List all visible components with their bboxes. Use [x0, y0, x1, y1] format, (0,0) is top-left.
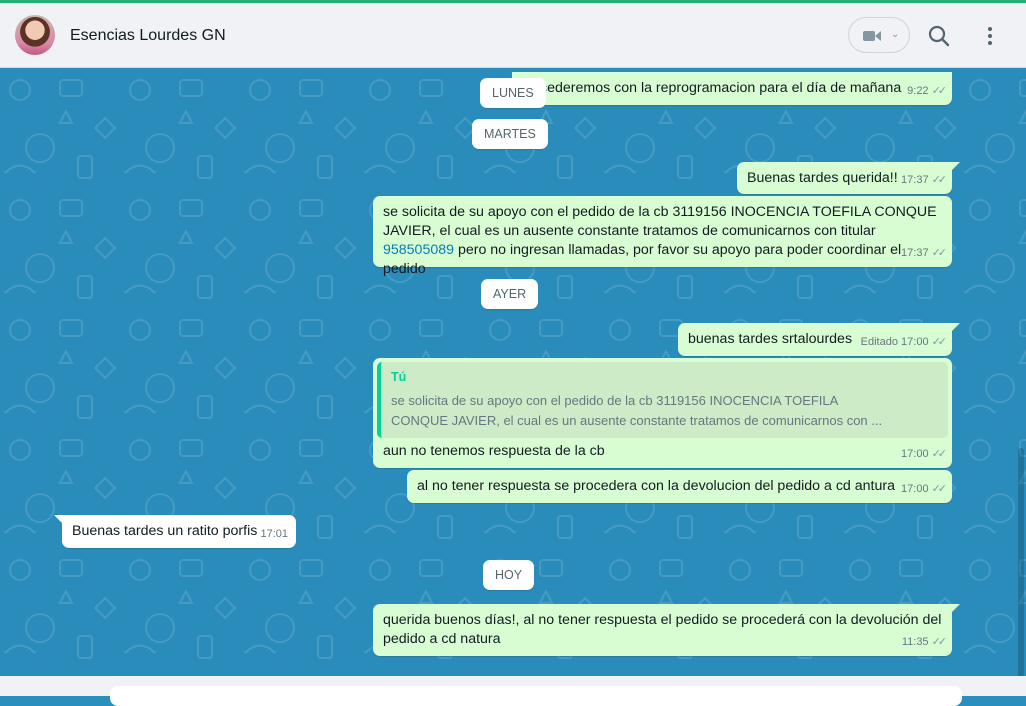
message-text: Buenas tardes querida!!	[747, 170, 898, 186]
message-text: al no tener respuesta se procedera con l…	[417, 478, 895, 494]
message-time: 17:37	[901, 247, 929, 259]
quoted-text: se solicita de su apoyo con el pedido de…	[391, 393, 883, 428]
message-meta: Editado 17:00 ✓✓	[860, 333, 948, 352]
message-outgoing[interactable]: Buenas tardes querida!! 17:37 ✓✓	[737, 162, 960, 194]
message-meta: 17:37 ✓✓	[901, 244, 948, 263]
phone-number-link[interactable]: 958505089	[383, 242, 454, 258]
chat-header: Esencias Lourdes GN ⌄	[0, 3, 1026, 68]
message-time: 17:00	[901, 336, 929, 348]
date-divider-yesterday: AYER	[481, 279, 539, 309]
message-time: 17:00	[901, 483, 929, 495]
message-meta: 17:01	[260, 525, 288, 544]
message-meta: 17:00 ✓✓	[901, 480, 948, 499]
message-time: 11:35	[901, 636, 929, 648]
contact-avatar[interactable]	[15, 15, 55, 55]
message-text: aun no tenemos respuesta de la cb	[383, 443, 605, 459]
chat-panel[interactable]: cederemos con la reprogramacion para el …	[0, 68, 1026, 676]
double-check-icon: ✓✓	[931, 85, 948, 97]
message-text: querida buenos días!, al no tener respue…	[383, 612, 942, 647]
date-divider-monday: LUNES	[480, 78, 546, 108]
date-divider-tuesday: MARTES	[472, 119, 548, 149]
message-composer	[0, 676, 1026, 706]
message-outgoing[interactable]: cederemos con la reprogramacion para el …	[512, 72, 952, 105]
video-camera-icon	[863, 31, 875, 41]
kebab-menu-icon[interactable]	[980, 23, 1000, 49]
quoted-message[interactable]: Tú se solicita de su apoyo con el pedido…	[377, 362, 948, 438]
message-meta: 9:22 ✓✓	[907, 82, 948, 101]
message-incoming[interactable]: Buenas tardes un ratito porfis 17:01	[54, 515, 296, 548]
message-time: 17:01	[260, 528, 288, 540]
double-check-icon: ✓✓	[931, 636, 948, 648]
quoted-author: Tú	[391, 370, 407, 384]
message-text: buenas tardes srtalourdes	[688, 331, 853, 347]
message-text-part: pero no ingresan llamadas, por favor su …	[383, 242, 902, 277]
message-outgoing[interactable]: al no tener respuesta se procedera con l…	[407, 470, 952, 503]
message-text-part: se solicita de su apoyo con el pedido de…	[383, 204, 937, 239]
double-check-icon: ✓✓	[931, 448, 948, 460]
contact-name[interactable]: Esencias Lourdes GN	[70, 27, 226, 45]
message-text: cederemos con la reprogramacion para el …	[540, 80, 902, 96]
video-camera-lens	[875, 31, 881, 41]
message-outgoing[interactable]: se solicita de su apoyo con el pedido de…	[373, 196, 952, 277]
message-time: 17:00	[901, 448, 929, 460]
date-divider-today: HOY	[483, 560, 535, 590]
double-check-icon: ✓✓	[931, 174, 948, 186]
double-check-icon: ✓✓	[931, 247, 948, 259]
video-call-button[interactable]: ⌄	[848, 17, 910, 53]
message-time: 17:37	[901, 174, 929, 186]
message-text: Buenas tardes un ratito porfis	[72, 523, 258, 539]
message-meta: 17:37 ✓✓	[901, 171, 948, 190]
message-meta: 17:00 ✓✓	[901, 445, 948, 464]
edited-label: Editado	[860, 336, 898, 348]
message-time: 9:22	[907, 85, 929, 97]
message-text: se solicita de su apoyo con el pedido de…	[383, 203, 943, 279]
message-outgoing[interactable]: querida buenos días!, al no tener respue…	[373, 604, 960, 656]
double-check-icon: ✓✓	[931, 336, 948, 348]
search-icon[interactable]	[926, 23, 952, 49]
message-meta: 11:35 ✓✓	[901, 633, 948, 652]
double-check-icon: ✓✓	[931, 483, 948, 495]
message-input[interactable]	[110, 686, 962, 706]
message-outgoing-reply[interactable]: Tú se solicita de su apoyo con el pedido…	[373, 358, 952, 468]
chevron-down-icon: ⌄	[891, 29, 900, 40]
message-outgoing[interactable]: buenas tardes srtalourdes Editado 17:00 ✓…	[678, 323, 960, 356]
chat-scrollbar[interactable]	[1018, 448, 1024, 676]
